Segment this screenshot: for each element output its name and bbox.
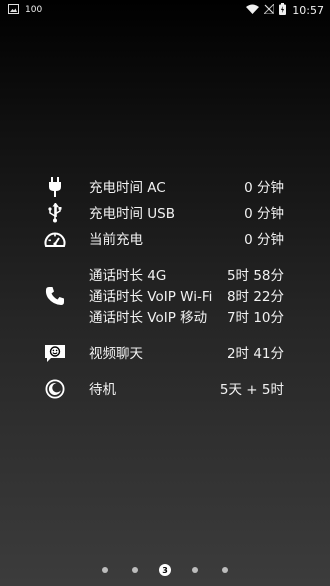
charge-usb-value: 0 分钟 <box>244 206 284 222</box>
standby-value: 5天 + 5时 <box>219 382 284 398</box>
page-dot-4[interactable] <box>192 567 198 573</box>
charge-ac-label: 充电时间 AC <box>89 180 166 196</box>
video-chat-label: 视频聊天 <box>89 346 143 362</box>
call-voip-wifi-value: 8时 22分 <box>226 289 284 305</box>
moon-icon <box>44 378 66 400</box>
usb-icon <box>44 202 66 224</box>
video-chat-value: 2时 41分 <box>226 346 284 362</box>
page-indicator: 3 <box>0 562 330 578</box>
page-dot-current[interactable]: 3 <box>159 564 171 576</box>
standby-label: 待机 <box>89 382 116 398</box>
page-dot-1[interactable] <box>102 567 108 573</box>
page-dot-2[interactable] <box>132 567 138 573</box>
speedometer-icon <box>44 229 66 251</box>
phone-icon <box>44 285 66 307</box>
current-charge-value: 0 分钟 <box>244 232 284 248</box>
page-dot-5[interactable] <box>222 567 228 573</box>
call-voip-mobile-value: 7时 10分 <box>226 310 284 326</box>
call-voip-mobile-label: 通话时长 VoIP 移动 <box>89 310 208 326</box>
plug-icon <box>44 176 66 198</box>
video-chat-icon <box>44 343 66 365</box>
call-voip-wifi-label: 通话时长 VoIP Wi-Fi <box>89 289 213 305</box>
usage-stats: 充电时间 AC 0 分钟 充电时间 USB 0 分钟 当前充电 0 分钟 通话时… <box>0 0 330 586</box>
charge-ac-value: 0 分钟 <box>244 180 284 196</box>
call-4g-value: 5时 58分 <box>226 268 284 284</box>
charge-usb-label: 充电时间 USB <box>89 206 176 222</box>
current-charge-label: 当前充电 <box>89 232 143 248</box>
call-4g-label: 通话时长 4G <box>89 268 167 284</box>
